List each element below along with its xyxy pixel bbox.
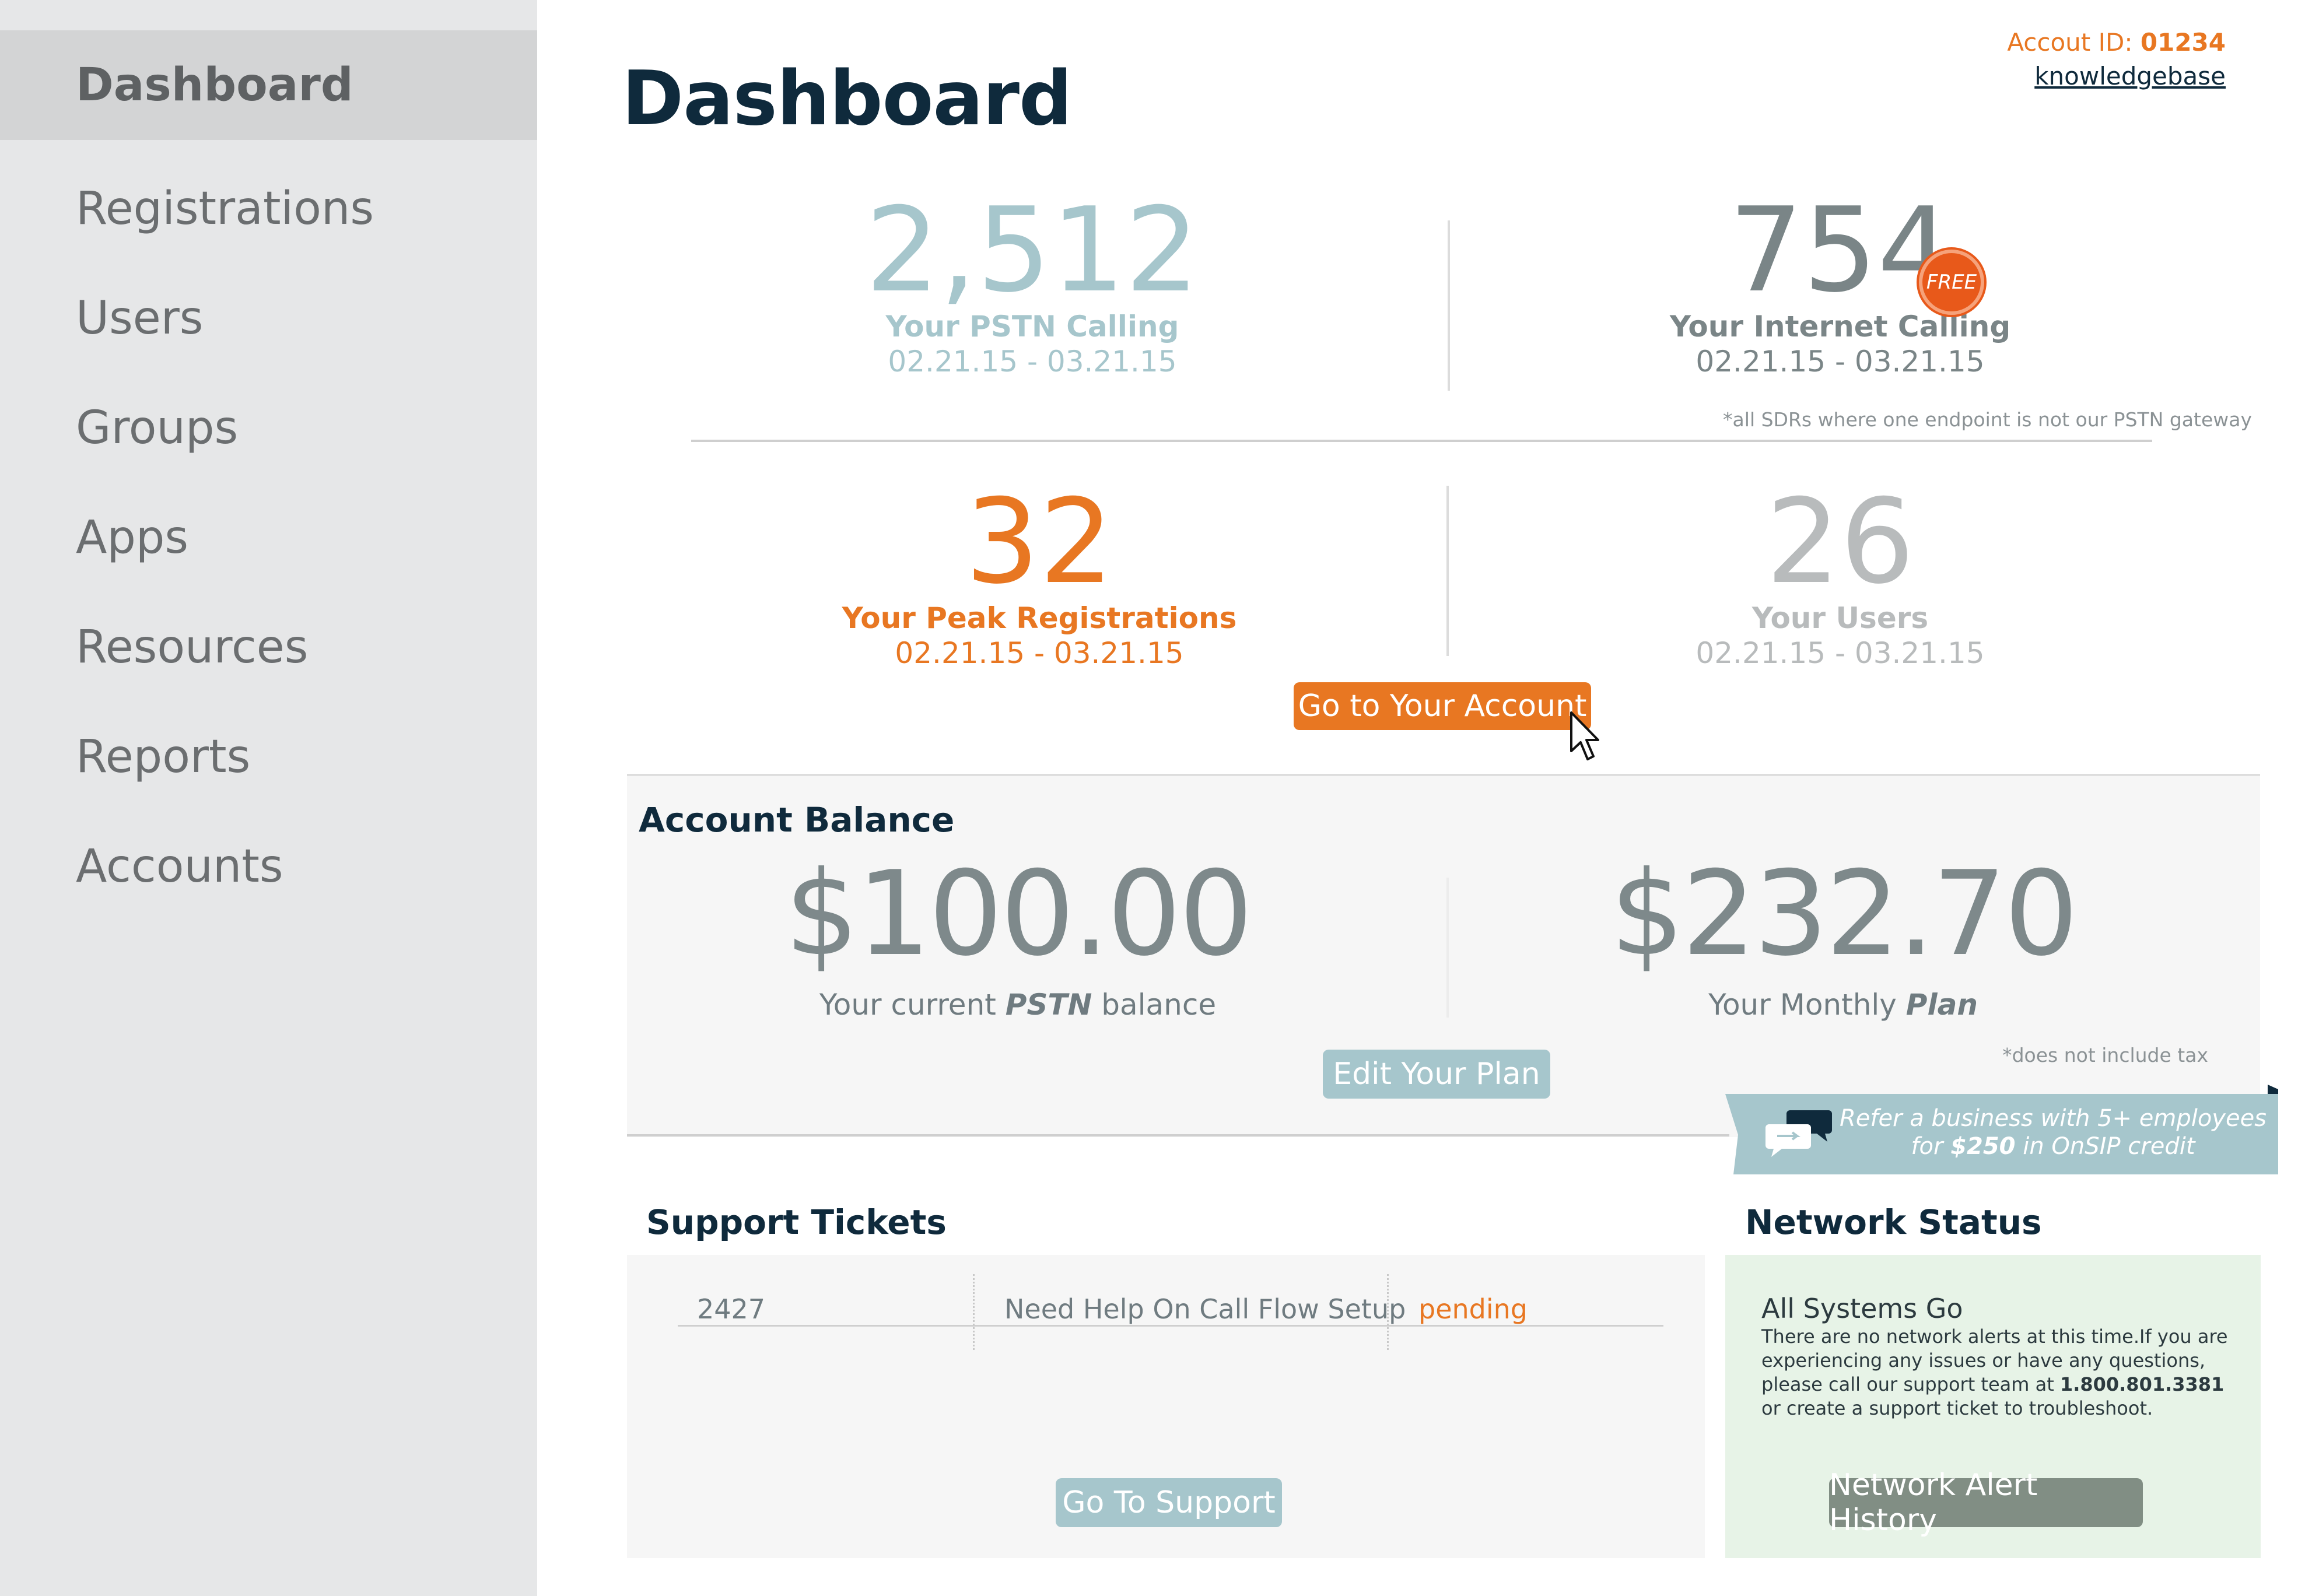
sidebar-item-label: Apps [76, 511, 189, 564]
account-id-value: 01234 [2140, 28, 2226, 57]
sidebar-item-registrations[interactable]: Registrations [0, 154, 537, 264]
account-id: Accout ID: 01234 [2007, 28, 2226, 57]
network-status-heading: All Systems Go [1761, 1293, 1963, 1324]
pstn-balance-label: Your current PSTN balance [668, 988, 1368, 1022]
ticket-status: pending [1418, 1293, 1528, 1325]
sidebar: Dashboard Registrations Users Groups App… [0, 0, 537, 1596]
sidebar-item-apps[interactable]: Apps [0, 483, 537, 592]
label-emphasis: Plan [1905, 988, 1978, 1022]
support-phone: 1.800.801.3381 [2059, 1373, 2225, 1395]
ticket-id[interactable]: 2427 [697, 1293, 765, 1325]
label-text: balance [1092, 988, 1217, 1022]
stat-pstn-calling: 2,512 Your PSTN Calling 02.21.15 - 03.21… [770, 192, 1295, 379]
sidebar-item-accounts[interactable]: Accounts [0, 812, 537, 921]
tax-note: *does not include tax [2002, 1044, 2208, 1067]
stat-label: Your Internet Calling [1669, 310, 2011, 343]
divider [1446, 486, 1449, 656]
label-text: in OnSIP credit [2015, 1133, 2195, 1160]
stat-value: 26 [1765, 474, 1915, 610]
ticket-subject[interactable]: Need Help On Call Flow Setup [1004, 1293, 1406, 1325]
free-badge: FREE [1919, 250, 1984, 315]
referral-text: Refer a business with 5+ employees for $… [1831, 1104, 2275, 1160]
support-tickets-title: Support Tickets [646, 1202, 947, 1242]
sidebar-item-users[interactable]: Users [0, 264, 537, 373]
sidebar-item-dashboard[interactable]: Dashboard [0, 30, 537, 140]
stat-value: 754 [1729, 183, 1952, 318]
monthly-plan-amount: $232.70 [1610, 846, 2078, 982]
go-to-support-button[interactable]: Go To Support [1056, 1478, 1282, 1527]
table-row-divider [678, 1325, 1663, 1327]
chat-bubbles-icon [1765, 1110, 1832, 1157]
stat-peak-registrations: 32 Your Peak Registrations 02.21.15 - 03… [777, 484, 1302, 671]
column-divider [1387, 1274, 1389, 1350]
divider [691, 440, 2152, 442]
label-text: Your current [819, 988, 1006, 1022]
label-text: Your Monthly [1708, 988, 1906, 1022]
account-id-label: Accout ID: [2007, 28, 2133, 57]
stat-label: Your Users [1751, 601, 1929, 635]
sidebar-item-label: Users [76, 292, 204, 345]
knowledgebase-link[interactable]: knowledgebase [2034, 62, 2226, 90]
column-divider [973, 1274, 975, 1350]
stat-label: Your PSTN Calling [885, 310, 1179, 343]
stat-label: Your Peak Registrations [842, 601, 1237, 635]
sidebar-item-label: Reports [76, 731, 251, 783]
stat-dates: 02.21.15 - 03.21.15 [895, 636, 1184, 670]
network-status-message: There are no network alerts at this time… [1761, 1325, 2240, 1420]
label-emphasis: PSTN [1005, 988, 1092, 1022]
sidebar-item-label: Registrations [76, 183, 374, 235]
divider [1446, 878, 1449, 1018]
referral-line-1: Refer a business with 5+ employees [1839, 1105, 2267, 1132]
stat-internet-calling: 754 Your Internet Calling 02.21.15 - 03.… [1578, 192, 2103, 379]
stat-dates: 02.21.15 - 03.21.15 [1696, 345, 1985, 378]
page-title: Dashboard [622, 55, 1073, 142]
network-alert-history-button[interactable]: Network Alert History [1829, 1468, 2143, 1538]
referral-amount: $250 [1950, 1133, 2016, 1160]
network-status-title: Network Status [1745, 1202, 2042, 1242]
sidebar-item-label: Groups [76, 402, 239, 454]
go-to-account-button[interactable]: Go to Your Account [1294, 682, 1591, 730]
stat-dates: 02.21.15 - 03.21.15 [1696, 636, 1985, 670]
edit-plan-button[interactable]: Edit Your Plan [1323, 1050, 1550, 1099]
mouse-cursor-icon [1570, 711, 1599, 760]
sidebar-item-reports[interactable]: Reports [0, 702, 537, 812]
referral-line-2: for $250 in OnSIP credit [1831, 1132, 2275, 1160]
account-balance-title: Account Balance [639, 800, 955, 840]
sidebar-item-label: Dashboard [76, 59, 353, 111]
monthly-plan-label: Your Monthly Plan [1493, 988, 2193, 1022]
sidebar-item-label: Accounts [76, 840, 283, 893]
sidebar-item-groups[interactable]: Groups [0, 373, 537, 483]
label-text: for [1911, 1133, 1951, 1160]
message-text: or create a support ticket to troublesho… [1761, 1397, 2153, 1419]
stat-value: 32 [965, 474, 1114, 610]
stat-users: 26 Your Users 02.21.15 - 03.21.15 [1578, 484, 2103, 671]
divider [627, 1134, 1729, 1137]
stat-value: 2,512 [865, 183, 1200, 318]
divider [1448, 220, 1450, 391]
stat-dates: 02.21.15 - 03.21.15 [888, 345, 1177, 378]
sidebar-item-resources[interactable]: Resources [0, 592, 537, 702]
sidebar-item-label: Resources [76, 621, 309, 674]
internet-calling-note: *all SDRs where one endpoint is not our … [1723, 408, 2252, 431]
pstn-balance-amount: $100.00 [784, 846, 1253, 982]
